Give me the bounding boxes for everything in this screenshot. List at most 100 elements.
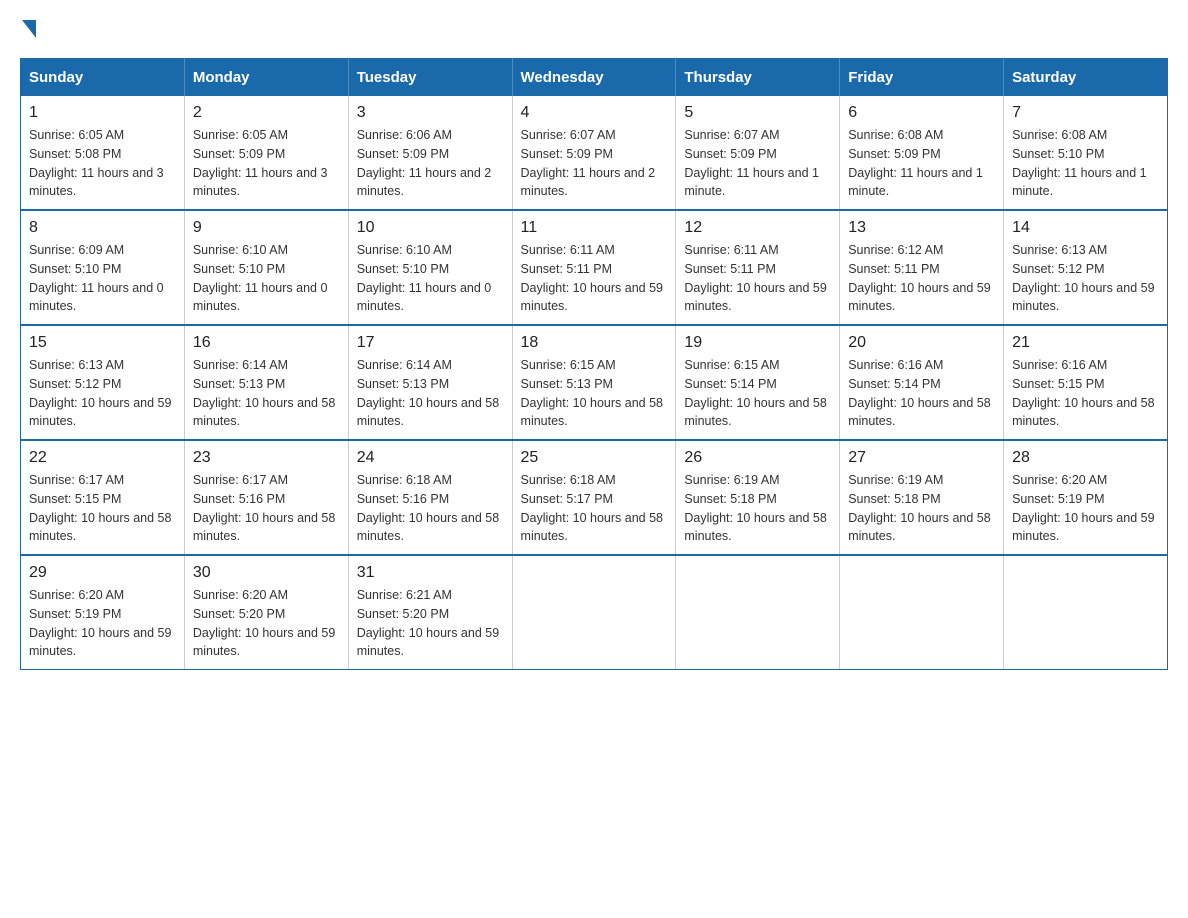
day-number: 14 [1012, 219, 1159, 237]
calendar-cell: 31 Sunrise: 6:21 AM Sunset: 5:20 PM Dayl… [348, 555, 512, 670]
calendar-cell [512, 555, 676, 670]
day-number: 22 [29, 449, 176, 467]
header-day-thursday: Thursday [676, 59, 840, 97]
day-number: 1 [29, 104, 176, 122]
day-number: 17 [357, 334, 504, 352]
day-info: Sunrise: 6:11 AM Sunset: 5:11 PM Dayligh… [521, 241, 668, 316]
day-number: 25 [521, 449, 668, 467]
calendar-cell: 24 Sunrise: 6:18 AM Sunset: 5:16 PM Dayl… [348, 440, 512, 555]
calendar-header-row: SundayMondayTuesdayWednesdayThursdayFrid… [21, 59, 1168, 97]
day-number: 6 [848, 104, 995, 122]
day-info: Sunrise: 6:15 AM Sunset: 5:13 PM Dayligh… [521, 356, 668, 431]
calendar-cell: 13 Sunrise: 6:12 AM Sunset: 5:11 PM Dayl… [840, 210, 1004, 325]
header-day-monday: Monday [184, 59, 348, 97]
calendar-week-row: 22 Sunrise: 6:17 AM Sunset: 5:15 PM Dayl… [21, 440, 1168, 555]
day-number: 26 [684, 449, 831, 467]
header-day-saturday: Saturday [1004, 59, 1168, 97]
day-info: Sunrise: 6:15 AM Sunset: 5:14 PM Dayligh… [684, 356, 831, 431]
day-info: Sunrise: 6:07 AM Sunset: 5:09 PM Dayligh… [521, 126, 668, 201]
day-info: Sunrise: 6:06 AM Sunset: 5:09 PM Dayligh… [357, 126, 504, 201]
calendar-cell: 2 Sunrise: 6:05 AM Sunset: 5:09 PM Dayli… [184, 96, 348, 210]
calendar-cell: 27 Sunrise: 6:19 AM Sunset: 5:18 PM Dayl… [840, 440, 1004, 555]
calendar-cell: 22 Sunrise: 6:17 AM Sunset: 5:15 PM Dayl… [21, 440, 185, 555]
day-info: Sunrise: 6:14 AM Sunset: 5:13 PM Dayligh… [193, 356, 340, 431]
calendar-cell: 18 Sunrise: 6:15 AM Sunset: 5:13 PM Dayl… [512, 325, 676, 440]
day-number: 2 [193, 104, 340, 122]
calendar-week-row: 15 Sunrise: 6:13 AM Sunset: 5:12 PM Dayl… [21, 325, 1168, 440]
header-day-wednesday: Wednesday [512, 59, 676, 97]
day-info: Sunrise: 6:19 AM Sunset: 5:18 PM Dayligh… [848, 471, 995, 546]
day-info: Sunrise: 6:05 AM Sunset: 5:09 PM Dayligh… [193, 126, 340, 201]
day-number: 15 [29, 334, 176, 352]
day-number: 19 [684, 334, 831, 352]
calendar-cell: 23 Sunrise: 6:17 AM Sunset: 5:16 PM Dayl… [184, 440, 348, 555]
day-number: 20 [848, 334, 995, 352]
day-info: Sunrise: 6:19 AM Sunset: 5:18 PM Dayligh… [684, 471, 831, 546]
day-info: Sunrise: 6:20 AM Sunset: 5:20 PM Dayligh… [193, 586, 340, 661]
day-number: 9 [193, 219, 340, 237]
day-info: Sunrise: 6:08 AM Sunset: 5:09 PM Dayligh… [848, 126, 995, 201]
calendar-cell [840, 555, 1004, 670]
calendar-cell: 14 Sunrise: 6:13 AM Sunset: 5:12 PM Dayl… [1004, 210, 1168, 325]
calendar-cell: 1 Sunrise: 6:05 AM Sunset: 5:08 PM Dayli… [21, 96, 185, 210]
header-day-tuesday: Tuesday [348, 59, 512, 97]
calendar-cell: 7 Sunrise: 6:08 AM Sunset: 5:10 PM Dayli… [1004, 96, 1168, 210]
day-number: 28 [1012, 449, 1159, 467]
calendar-cell: 6 Sunrise: 6:08 AM Sunset: 5:09 PM Dayli… [840, 96, 1004, 210]
day-info: Sunrise: 6:21 AM Sunset: 5:20 PM Dayligh… [357, 586, 504, 661]
day-number: 12 [684, 219, 831, 237]
day-number: 4 [521, 104, 668, 122]
day-number: 23 [193, 449, 340, 467]
day-number: 5 [684, 104, 831, 122]
header-day-friday: Friday [840, 59, 1004, 97]
calendar-cell: 3 Sunrise: 6:06 AM Sunset: 5:09 PM Dayli… [348, 96, 512, 210]
calendar-cell: 20 Sunrise: 6:16 AM Sunset: 5:14 PM Dayl… [840, 325, 1004, 440]
logo [20, 20, 38, 38]
day-number: 31 [357, 564, 504, 582]
day-info: Sunrise: 6:05 AM Sunset: 5:08 PM Dayligh… [29, 126, 176, 201]
day-number: 13 [848, 219, 995, 237]
day-info: Sunrise: 6:09 AM Sunset: 5:10 PM Dayligh… [29, 241, 176, 316]
calendar-cell: 29 Sunrise: 6:20 AM Sunset: 5:19 PM Dayl… [21, 555, 185, 670]
day-info: Sunrise: 6:13 AM Sunset: 5:12 PM Dayligh… [29, 356, 176, 431]
calendar-cell: 10 Sunrise: 6:10 AM Sunset: 5:10 PM Dayl… [348, 210, 512, 325]
calendar-week-row: 8 Sunrise: 6:09 AM Sunset: 5:10 PM Dayli… [21, 210, 1168, 325]
day-info: Sunrise: 6:20 AM Sunset: 5:19 PM Dayligh… [1012, 471, 1159, 546]
day-info: Sunrise: 6:07 AM Sunset: 5:09 PM Dayligh… [684, 126, 831, 201]
day-number: 24 [357, 449, 504, 467]
calendar-cell: 21 Sunrise: 6:16 AM Sunset: 5:15 PM Dayl… [1004, 325, 1168, 440]
day-info: Sunrise: 6:14 AM Sunset: 5:13 PM Dayligh… [357, 356, 504, 431]
calendar-cell: 28 Sunrise: 6:20 AM Sunset: 5:19 PM Dayl… [1004, 440, 1168, 555]
calendar-week-row: 29 Sunrise: 6:20 AM Sunset: 5:19 PM Dayl… [21, 555, 1168, 670]
day-info: Sunrise: 6:10 AM Sunset: 5:10 PM Dayligh… [357, 241, 504, 316]
day-number: 10 [357, 219, 504, 237]
day-info: Sunrise: 6:11 AM Sunset: 5:11 PM Dayligh… [684, 241, 831, 316]
day-number: 11 [521, 219, 668, 237]
calendar-body: 1 Sunrise: 6:05 AM Sunset: 5:08 PM Dayli… [21, 96, 1168, 670]
calendar-cell: 25 Sunrise: 6:18 AM Sunset: 5:17 PM Dayl… [512, 440, 676, 555]
day-info: Sunrise: 6:16 AM Sunset: 5:14 PM Dayligh… [848, 356, 995, 431]
day-info: Sunrise: 6:17 AM Sunset: 5:16 PM Dayligh… [193, 471, 340, 546]
day-info: Sunrise: 6:16 AM Sunset: 5:15 PM Dayligh… [1012, 356, 1159, 431]
day-info: Sunrise: 6:12 AM Sunset: 5:11 PM Dayligh… [848, 241, 995, 316]
calendar-cell [676, 555, 840, 670]
day-number: 27 [848, 449, 995, 467]
calendar-header: SundayMondayTuesdayWednesdayThursdayFrid… [21, 59, 1168, 97]
calendar-cell: 4 Sunrise: 6:07 AM Sunset: 5:09 PM Dayli… [512, 96, 676, 210]
calendar-week-row: 1 Sunrise: 6:05 AM Sunset: 5:08 PM Dayli… [21, 96, 1168, 210]
day-number: 18 [521, 334, 668, 352]
calendar-cell: 19 Sunrise: 6:15 AM Sunset: 5:14 PM Dayl… [676, 325, 840, 440]
calendar-cell: 16 Sunrise: 6:14 AM Sunset: 5:13 PM Dayl… [184, 325, 348, 440]
day-info: Sunrise: 6:13 AM Sunset: 5:12 PM Dayligh… [1012, 241, 1159, 316]
calendar-cell [1004, 555, 1168, 670]
day-info: Sunrise: 6:20 AM Sunset: 5:19 PM Dayligh… [29, 586, 176, 661]
calendar-cell: 15 Sunrise: 6:13 AM Sunset: 5:12 PM Dayl… [21, 325, 185, 440]
day-number: 16 [193, 334, 340, 352]
day-number: 30 [193, 564, 340, 582]
calendar-cell: 11 Sunrise: 6:11 AM Sunset: 5:11 PM Dayl… [512, 210, 676, 325]
calendar-cell: 8 Sunrise: 6:09 AM Sunset: 5:10 PM Dayli… [21, 210, 185, 325]
day-number: 3 [357, 104, 504, 122]
day-info: Sunrise: 6:17 AM Sunset: 5:15 PM Dayligh… [29, 471, 176, 546]
logo-triangle-icon [22, 20, 36, 38]
calendar-cell: 5 Sunrise: 6:07 AM Sunset: 5:09 PM Dayli… [676, 96, 840, 210]
